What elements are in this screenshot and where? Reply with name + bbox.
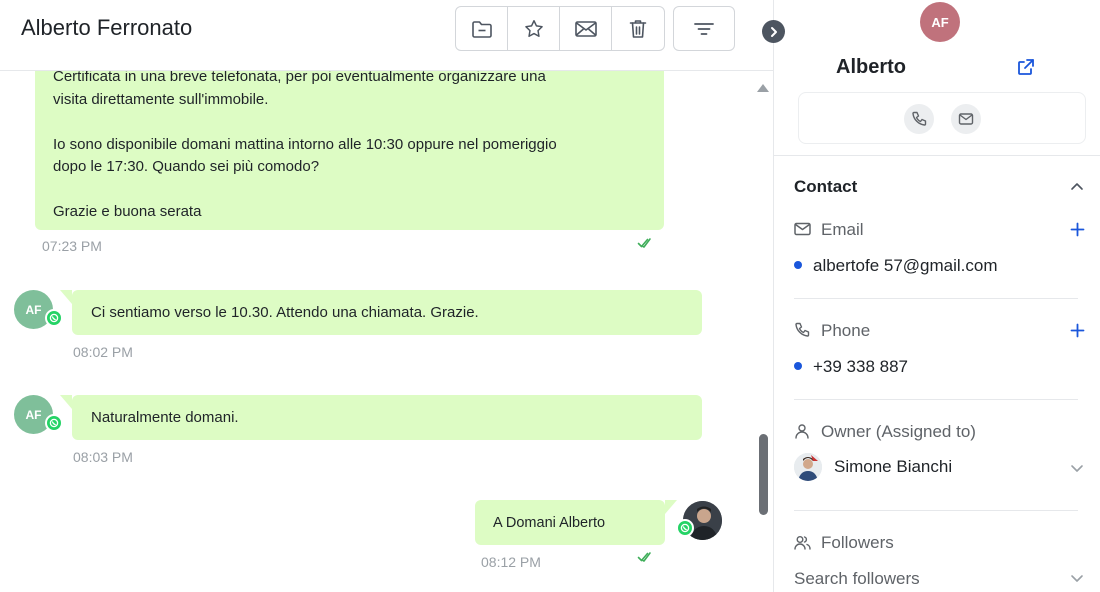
message-bubble-incoming: Ci sentiamo verso le 10.30. Attendo una …: [60, 290, 702, 335]
message-timestamp: 08:02 PM: [73, 344, 133, 360]
chat-toolbar: [455, 6, 665, 51]
message-text-line: dopo le 17:30. Quando sei più comodo?: [53, 158, 320, 175]
open-external-icon[interactable]: [1016, 57, 1036, 77]
message-text-line: Certificata in una breve telefonata, per…: [53, 71, 546, 85]
folder-icon: [471, 20, 492, 38]
user-icon: [795, 424, 809, 439]
avatar-initials: AF: [25, 407, 42, 422]
chevron-down-icon[interactable]: [1070, 463, 1084, 473]
contact-sidebar: AF Alberto Contact Email albertofe 57@gm…: [773, 0, 1100, 592]
owner-label: Owner (Assigned to): [821, 422, 976, 441]
chevron-right-icon: [770, 26, 777, 37]
contact-avatar: AF: [920, 2, 960, 42]
message-timestamp: 07:23 PM: [42, 238, 102, 254]
message-bubble-outgoing: Certificata in una breve telefonata, per…: [35, 71, 664, 230]
divider: [794, 298, 1078, 299]
message-list[interactable]: Certificata in una breve telefonata, per…: [0, 71, 773, 592]
message-text-line: visita direttamente sull'immobile.: [53, 90, 269, 108]
message-timestamp: 08:03 PM: [73, 449, 133, 465]
call-button[interactable]: [904, 104, 934, 134]
whatsapp-icon: [676, 519, 694, 537]
chat-header: Alberto Ferronato: [0, 0, 773, 71]
chevron-down-icon[interactable]: [1070, 573, 1084, 583]
whatsapp-icon: [45, 414, 63, 432]
email-label: Email: [821, 220, 864, 239]
star-button[interactable]: [508, 7, 560, 50]
divider: [794, 399, 1078, 400]
chat-panel: Alberto Ferronato Certificata in una bre…: [0, 0, 773, 592]
message-text-gap: [53, 179, 646, 202]
primary-dot: [794, 261, 802, 269]
quick-actions: [798, 92, 1086, 144]
contact-section-title: Contact: [794, 177, 858, 196]
phone-label: Phone: [821, 321, 871, 340]
message-text: Naturalmente domani.: [91, 409, 239, 426]
message-text-line: Grazie e buona serata: [53, 203, 202, 220]
users-icon: [794, 536, 811, 550]
owner-avatar: [794, 453, 822, 481]
message-bubble-outgoing: A Domani Alberto: [475, 500, 677, 545]
trash-icon: [629, 19, 647, 38]
chat-contact-name: Alberto Ferronato: [21, 15, 193, 40]
contact-name: Alberto: [836, 56, 906, 78]
avatar-initials: AF: [931, 14, 949, 30]
divider: [794, 510, 1078, 511]
divider: [774, 155, 1100, 156]
message-text: Ci sentiamo verso le 10.30. Attendo una …: [91, 304, 479, 321]
star-icon: [524, 19, 543, 37]
add-phone-icon[interactable]: [1070, 323, 1085, 338]
read-receipt-icon: [637, 238, 651, 248]
followers-label: Followers: [821, 533, 894, 552]
whatsapp-icon: [45, 309, 63, 327]
message-text-line: Io sono disponibile domani mattina intor…: [53, 135, 557, 153]
search-followers-input[interactable]: Search followers: [794, 569, 920, 589]
collapse-sidebar-button[interactable]: [762, 20, 785, 43]
owner-name[interactable]: Simone Bianchi: [834, 457, 952, 477]
move-to-folder-button[interactable]: [456, 7, 508, 50]
chevron-up-icon[interactable]: [1070, 182, 1084, 192]
read-receipt-icon: [637, 552, 651, 562]
message-text-gap: [53, 111, 646, 134]
mail-icon: [794, 222, 811, 236]
filter-button[interactable]: [673, 6, 735, 51]
send-email-button[interactable]: [951, 104, 981, 134]
message-bubble-incoming: Naturalmente domani.: [60, 395, 702, 440]
phone-icon: [795, 322, 810, 337]
message-timestamp: 08:12 PM: [481, 554, 541, 570]
scroll-up-arrow[interactable]: [757, 84, 769, 92]
filter-icon: [694, 22, 714, 35]
mail-icon: [958, 113, 974, 125]
email-button[interactable]: [560, 7, 612, 50]
scrollbar-thumb[interactable]: [759, 434, 768, 515]
phone-icon: [912, 111, 927, 126]
phone-value[interactable]: +39 338 887: [813, 357, 908, 377]
email-value[interactable]: albertofe 57@gmail.com: [813, 256, 998, 276]
mail-icon: [574, 20, 597, 37]
message-text: A Domani Alberto: [493, 515, 606, 531]
primary-dot: [794, 362, 802, 370]
delete-button[interactable]: [612, 7, 664, 50]
add-email-icon[interactable]: [1070, 222, 1085, 237]
avatar-initials: AF: [25, 302, 42, 317]
